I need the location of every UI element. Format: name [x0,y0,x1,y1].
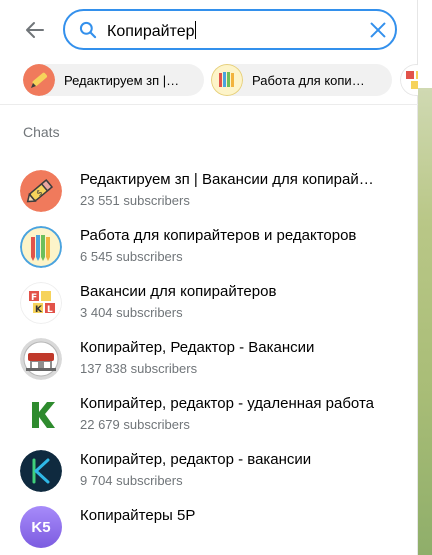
svg-text:F: F [31,293,37,303]
chip-label: Редактируем зп |… [64,72,180,88]
channel-avatar [20,338,62,380]
chat-result-item[interactable]: K5 Копирайтеры 5Р [0,502,418,555]
svg-text:K: K [35,305,43,315]
back-button[interactable] [18,14,52,46]
search-icon [79,21,97,39]
chat-result-item[interactable]: Копирайтер, редактор - вакансии 9 704 su… [0,446,418,502]
divider [0,104,418,105]
recent-chats-chips: Редактируем зп |… Работа для копи… [0,60,418,100]
chat-subscribers: 23 551 subscribers [80,193,190,208]
channel-avatar [20,394,62,436]
chat-subscribers: 3 404 subscribers [80,305,183,320]
chip-label: Работа для копи… [252,72,365,88]
chat-title: Копирайтер, Редактор - Вакансии [80,339,315,356]
chip-recent-2[interactable]: Работа для копи… [211,64,392,96]
chat-title: Копирайтер, редактор - удаленная работа [80,395,374,412]
chat-result-item[interactable]: Копирайтер, Редактор - Вакансии 137 838 … [0,334,418,390]
chat-result-item[interactable]: Работа для копирайтеров и редакторов 6 5… [0,222,418,278]
search-input[interactable]: Копирайтер [107,21,196,41]
channel-avatar [400,64,418,96]
chat-title: Копирайтеры 5Р [80,507,196,524]
chat-subscribers: 137 838 subscribers [80,361,198,376]
chat-result-item[interactable]: Копирайтер, редактор - удаленная работа … [0,390,418,446]
chat-subscribers: 6 545 subscribers [80,249,183,264]
chat-background-strip [418,0,432,555]
channel-avatar: K5 [20,506,62,548]
chat-subscribers: 9 704 subscribers [80,473,183,488]
section-title-chats: Chats [23,124,60,140]
chat-result-item[interactable]: $ Редактируем зп | Вакансии для копирайт… [0,166,418,222]
close-icon[interactable] [367,19,389,41]
avatar-initials: K5 [31,518,51,536]
channel-avatar [23,64,55,96]
channel-avatar: F K L [20,282,62,324]
chat-title: Редактируем зп | Вакансии для копирайтер… [80,171,380,188]
chat-title: Вакансии для копирайтеров [80,283,277,300]
search-field[interactable]: Копирайтер [63,9,397,50]
search-header: Копирайтер [0,0,418,56]
channel-avatar [20,226,62,268]
search-panel: Копирайтер Редактируем зп |… Работа для … [0,0,418,555]
channel-avatar: $ [20,170,62,212]
chip-recent-1[interactable]: Редактируем зп |… [23,64,204,96]
svg-text:L: L [47,305,53,315]
chat-subscribers: 22 679 subscribers [80,417,190,432]
arrow-left-icon [26,22,44,38]
chat-title: Работа для копирайтеров и редакторов [80,227,357,244]
channel-avatar [211,64,243,96]
chat-title: Копирайтер, редактор - вакансии [80,451,312,468]
channel-avatar [20,450,62,492]
chat-result-item[interactable]: F K L Вакансии для копирайтеров 3 404 su… [0,278,418,334]
chip-recent-3[interactable] [400,64,418,96]
